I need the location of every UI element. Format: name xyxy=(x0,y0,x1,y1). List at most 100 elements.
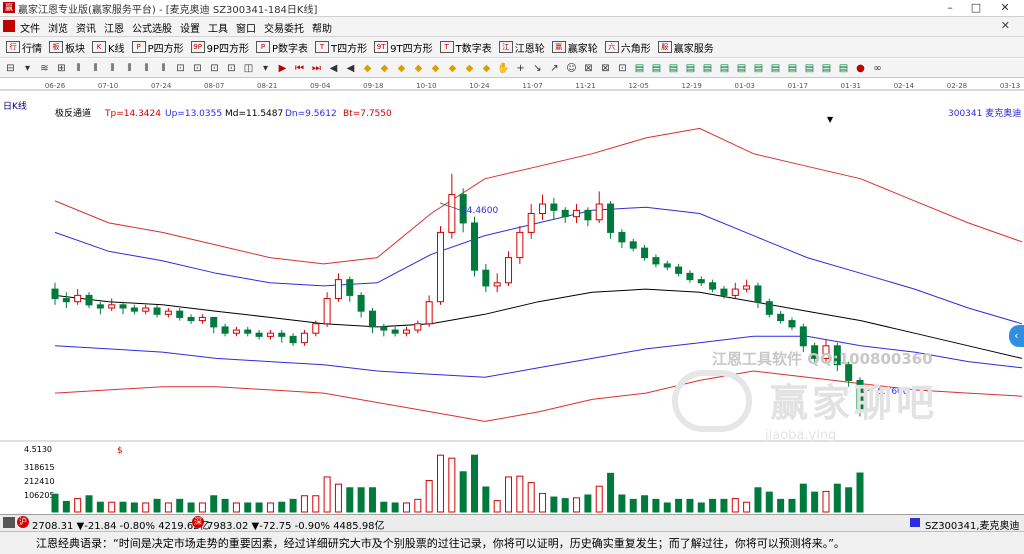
drawing-tool-icon[interactable]: ⊡ xyxy=(208,62,221,75)
menu-item[interactable]: 江恩 xyxy=(104,20,124,35)
toolbar-button[interactable]: T T四方形 xyxy=(315,40,367,55)
drawing-tool-icon[interactable]: ▤ xyxy=(820,62,833,75)
toolbar-button-label: K线 xyxy=(108,43,125,55)
toolbar-button[interactable]: 服赢家服务 xyxy=(657,40,714,55)
drawing-tool-icon[interactable]: ▤ xyxy=(735,62,748,75)
drawing-tool-icon[interactable]: ↗ xyxy=(548,62,561,75)
drawing-tool-icon[interactable]: ◆ xyxy=(463,62,476,75)
drawing-tool-icon[interactable]: ⊠ xyxy=(599,62,612,75)
candle xyxy=(765,298,773,318)
toolbar-button[interactable]: P P数字表 xyxy=(256,40,308,55)
volume-bar xyxy=(629,498,637,513)
drawing-tool-icon[interactable]: ▤ xyxy=(786,62,799,75)
drawing-tool-icon[interactable]: ⫴ xyxy=(106,62,119,75)
drawing-tool-icon[interactable]: ▾ xyxy=(259,62,272,75)
drawing-tool-icon[interactable]: ◆ xyxy=(378,62,391,75)
menu-item[interactable]: 资讯 xyxy=(76,20,96,35)
drawing-tool-icon[interactable]: ● xyxy=(854,62,867,75)
drawing-tool-icon[interactable]: ⊟ xyxy=(4,62,17,75)
current-stock-text[interactable]: SZ300341,麦克奥迪 xyxy=(925,517,1020,532)
maximize-button[interactable]: □ xyxy=(962,0,990,15)
toolbar-button[interactable]: K K线 xyxy=(92,40,125,55)
drawing-tool-icon[interactable]: ◆ xyxy=(480,62,493,75)
date-tick-label: 08-07 xyxy=(204,82,224,90)
sz-index-text[interactable]: 7983.02 ▼-72.75 -0.90% 4485.98亿 xyxy=(207,517,385,532)
sh-index-text[interactable]: 2708.31 ▼-21.84 -0.80% 4219.62亿 xyxy=(32,517,210,532)
toolbar-button[interactable]: 9T 9T四方形 xyxy=(374,40,433,55)
toolbar-button-icon: 赢 xyxy=(551,41,566,53)
minimize-button[interactable]: – xyxy=(936,0,964,15)
candle xyxy=(425,295,433,327)
drawing-tool-icon[interactable]: ⊞ xyxy=(55,62,68,75)
toolbar-button[interactable]: P P四方形 xyxy=(131,40,184,55)
toolbar-button[interactable]: 9P 9P四方形 xyxy=(190,40,249,55)
toolbar-button-label: P四方形 xyxy=(147,43,184,55)
menu-item[interactable]: 文件 xyxy=(20,20,40,35)
drawing-tool-icon[interactable]: ▤ xyxy=(752,62,765,75)
drawing-tool-icon[interactable]: ⫴ xyxy=(72,62,85,75)
drawing-tool-icon[interactable]: ⫴ xyxy=(140,62,153,75)
toolbar-button[interactable]: 赢赢家轮 xyxy=(551,40,598,55)
grid-icon[interactable] xyxy=(3,517,15,528)
side-scroll-button[interactable]: ‹ xyxy=(1009,325,1024,347)
drawing-tool-icon[interactable]: ◆ xyxy=(361,62,374,75)
drawing-tool-icon[interactable]: ✋ xyxy=(497,62,510,75)
menu-item[interactable]: 浏览 xyxy=(48,20,68,35)
candle xyxy=(584,207,592,227)
drawing-tool-icon[interactable]: ◫ xyxy=(242,62,255,75)
drawing-tool-icon[interactable]: ⊡ xyxy=(191,62,204,75)
drawing-tool-icon[interactable]: ◆ xyxy=(412,62,425,75)
drawing-tool-icon[interactable]: ☺ xyxy=(565,62,578,75)
menu-item[interactable]: 工具 xyxy=(208,20,228,35)
drawing-tool-icon[interactable]: ⫴ xyxy=(157,62,170,75)
drawing-tool-icon[interactable]: ▤ xyxy=(718,62,731,75)
drawing-tool-icon[interactable]: ⫴ xyxy=(89,62,102,75)
drawing-tool-icon[interactable]: ⊡ xyxy=(616,62,629,75)
drawing-tool-icon[interactable]: ▤ xyxy=(803,62,816,75)
drawing-tool-icon[interactable]: ◀ xyxy=(327,62,340,75)
menu-logo-icon xyxy=(3,20,15,32)
drawing-tool-icon[interactable]: ▤ xyxy=(667,62,680,75)
drawing-tool-icon[interactable]: ∞ xyxy=(871,62,884,75)
drawing-tool-icon[interactable]: ↘ xyxy=(531,62,544,75)
drawing-tool-icon[interactable]: ◆ xyxy=(429,62,442,75)
kline-chart[interactable]: 06-26 07-10 07-24 08-07 08-21 09-04 09-18 10-10… xyxy=(0,79,1024,514)
drawing-tool-icon[interactable]: ⏭ xyxy=(310,62,323,75)
drawing-tool-icon[interactable]: ⫴ xyxy=(123,62,136,75)
drawing-tool-icon[interactable]: ▤ xyxy=(650,62,663,75)
drawing-tool-icon[interactable]: ⊡ xyxy=(225,62,238,75)
drawing-tool-icon[interactable]: ◆ xyxy=(446,62,459,75)
menu-item[interactable]: 窗口 xyxy=(236,20,256,35)
toolbar-button-icon: K xyxy=(92,41,106,53)
menu-item[interactable]: 帮助 xyxy=(312,20,332,35)
toolbar-button[interactable]: 行行情 xyxy=(6,40,42,55)
date-tick-label: 11-21 xyxy=(575,82,595,90)
drawing-tool-icon[interactable]: + xyxy=(514,62,527,75)
menu-item[interactable]: 设置 xyxy=(180,20,200,35)
drawing-tool-icon[interactable]: ⊡ xyxy=(174,62,187,75)
chart-area[interactable]: 06-26 07-10 07-24 08-07 08-21 09-04 09-18 10-10… xyxy=(0,79,1024,514)
candle xyxy=(232,326,240,337)
drawing-tool-icon[interactable]: ◆ xyxy=(395,62,408,75)
drawing-tool-icon[interactable]: ▤ xyxy=(837,62,850,75)
toolbar-button[interactable]: T T数字表 xyxy=(439,40,492,55)
drawing-tool-icon[interactable]: ⊠ xyxy=(582,62,595,75)
drawing-tool-icon[interactable]: ▤ xyxy=(633,62,646,75)
drawing-tool-icon[interactable]: ▤ xyxy=(684,62,697,75)
drawing-tool-icon[interactable]: ▾ xyxy=(21,62,34,75)
drawing-tool-icon[interactable]: ≋ xyxy=(38,62,51,75)
drawing-tool-icon[interactable]: ◀ xyxy=(344,62,357,75)
document-close-button[interactable]: ✕ xyxy=(1001,19,1010,32)
menu-item[interactable]: 交易委托 xyxy=(264,20,304,35)
drawing-tool-icon[interactable]: ▤ xyxy=(701,62,714,75)
drawing-tool-icon[interactable]: ⏮ xyxy=(293,62,306,75)
toolbar-button[interactable]: 六六角形 xyxy=(604,40,651,55)
close-button[interactable]: ✕ xyxy=(991,0,1019,15)
toolbar-button[interactable]: 板板块 xyxy=(49,40,85,55)
menu-item[interactable]: 公式选股 xyxy=(132,20,172,35)
candle xyxy=(62,292,70,308)
drawing-tool-icon[interactable]: ▤ xyxy=(769,62,782,75)
date-tick-label: 01-31 xyxy=(841,82,861,90)
toolbar-button[interactable]: 江江恩轮 xyxy=(498,40,545,55)
drawing-tool-icon[interactable]: ▶ xyxy=(276,62,289,75)
